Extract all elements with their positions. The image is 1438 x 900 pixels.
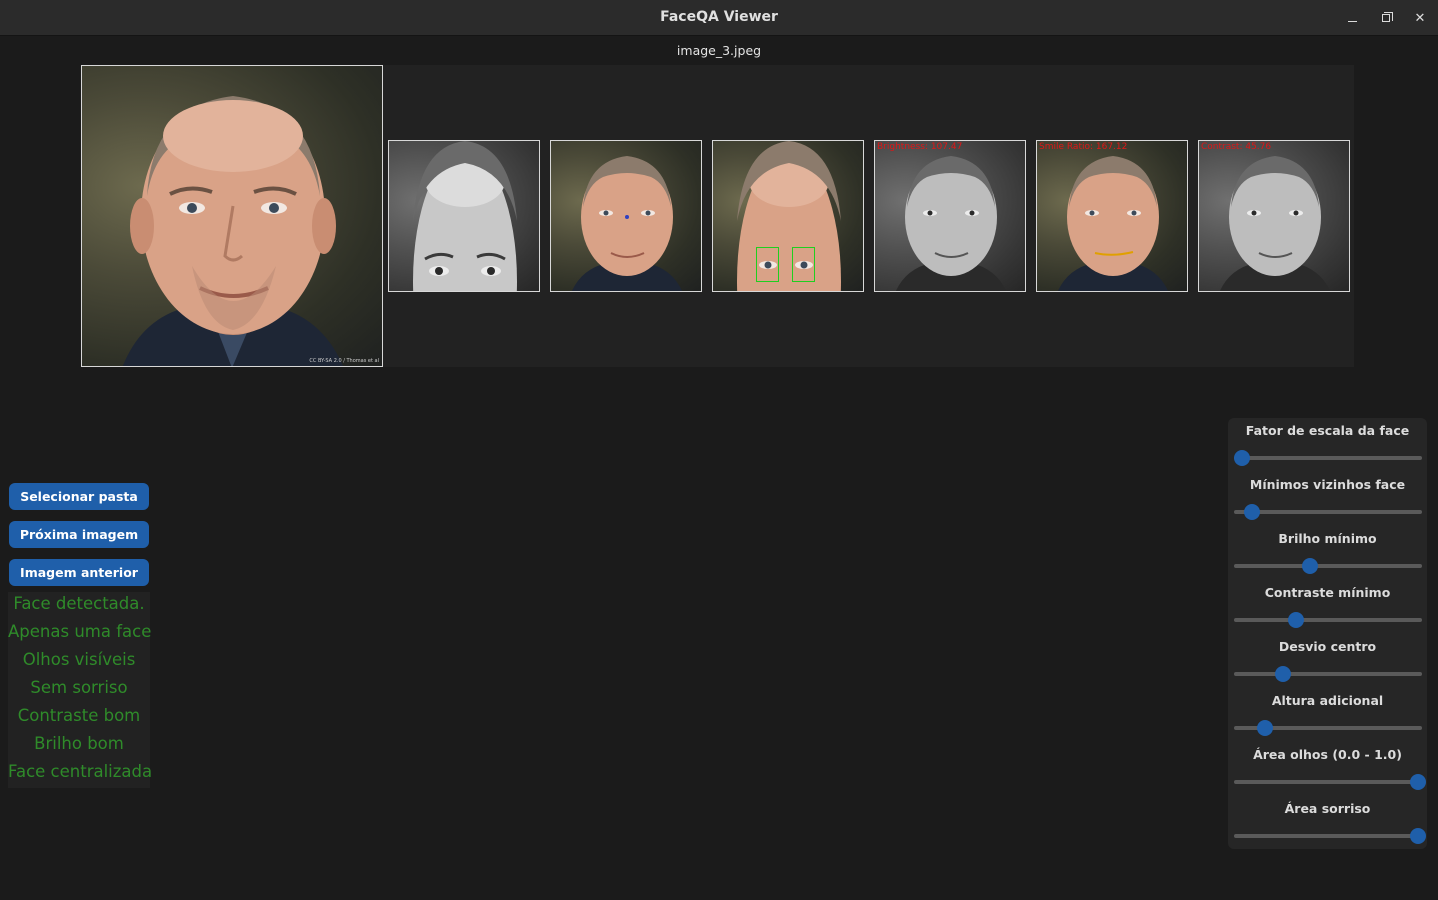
maximize-icon — [1382, 12, 1393, 22]
thumbnail-eyes-detected — [712, 140, 864, 292]
slider-handle[interactable] — [1233, 450, 1250, 466]
left-eye-box — [756, 247, 779, 282]
select-folder-button[interactable]: Selecionar pasta — [9, 483, 149, 510]
thumbnail-center-check — [550, 140, 702, 292]
close-button[interactable]: ✕ — [1410, 8, 1430, 28]
face-thumb-color — [571, 156, 683, 291]
face-thumb-gray — [1219, 156, 1331, 291]
slider-min-neighbors: Mínimos vizinhos face — [1228, 472, 1427, 526]
thumbnail-contrast: Contrast: 45.76 — [1198, 140, 1350, 292]
slider-handle[interactable] — [1410, 774, 1426, 790]
slider-track[interactable] — [1234, 834, 1422, 838]
slider-center-deviation: Desvio centro — [1228, 634, 1427, 688]
window-title: FaceQA Viewer — [660, 9, 778, 25]
slider-eye-area: Área olhos (0.0 - 1.0) — [1228, 742, 1427, 796]
minimize-icon — [1347, 21, 1357, 22]
slider-track[interactable] — [1234, 456, 1422, 460]
title-bar: FaceQA Viewer ✕ — [0, 0, 1438, 36]
slider-label: Fator de escala da face — [1245, 423, 1410, 438]
slider-smile-area: Área sorriso — [1228, 796, 1427, 850]
slider-label: Mínimos vizinhos face — [1249, 477, 1406, 492]
image-filename: image_3.jpeg — [676, 43, 762, 58]
slider-label: Área sorriso — [1284, 801, 1371, 816]
thumbnail-brightness: Brightness: 107.47 — [874, 140, 1026, 292]
minimize-button[interactable] — [1342, 8, 1362, 28]
image-strip: CC BY-SA 2.0 / Thomas et al Brightness: … — [81, 65, 1354, 367]
slider-track[interactable] — [1234, 780, 1422, 784]
smile-caption: Smile Ratio: 167.12 — [1039, 142, 1128, 152]
next-image-button[interactable]: Próxima imagem — [9, 521, 149, 548]
slider-label: Área olhos (0.0 - 1.0) — [1253, 747, 1402, 762]
face-crop-color — [737, 141, 841, 291]
slider-min-brightness: Brilho mínimo — [1228, 526, 1427, 580]
slider-label: Contraste mínimo — [1264, 585, 1391, 600]
status-eyes-visible: Olhos visíveis — [22, 650, 136, 669]
face-thumb-gray — [895, 156, 1007, 291]
status-face-centered: Face centralizada — [8, 762, 153, 781]
status-face-detected: Face detectada. — [13, 594, 145, 613]
main-face-image: CC BY-SA 2.0 / Thomas et al — [81, 65, 383, 367]
slider-label: Altura adicional — [1271, 693, 1384, 708]
status-panel: Face detectada. Apenas uma face Olhos vi… — [8, 592, 153, 788]
slider-track[interactable] — [1234, 510, 1422, 514]
slider-track[interactable] — [1234, 564, 1422, 568]
slider-extra-height: Altura adicional — [1228, 688, 1427, 742]
brightness-caption: Brightness: 107.47 — [877, 142, 963, 152]
thumbnail-smile: Smile Ratio: 167.12 — [1036, 140, 1188, 292]
slider-track[interactable] — [1234, 672, 1422, 676]
slider-min-contrast: Contraste mínimo — [1228, 580, 1427, 634]
face-thumb-color — [1057, 156, 1169, 291]
status-no-smile: Sem sorriso — [30, 678, 128, 697]
slider-track[interactable] — [1234, 618, 1422, 622]
close-icon: ✕ — [1414, 10, 1426, 26]
image-credit: CC BY-SA 2.0 / Thomas et al — [309, 358, 379, 364]
slider-handle[interactable] — [1302, 558, 1318, 574]
status-brightness-ok: Brilho bom — [34, 734, 124, 753]
slider-handle[interactable] — [1275, 666, 1291, 682]
slider-label: Brilho mínimo — [1278, 531, 1377, 546]
maximize-button[interactable] — [1376, 8, 1396, 28]
face-crop-gray — [413, 141, 517, 291]
slider-face-scale: Fator de escala da face — [1228, 418, 1427, 472]
previous-image-button[interactable]: Imagem anterior — [9, 559, 149, 586]
slider-label: Desvio centro — [1278, 639, 1377, 654]
slider-handle[interactable] — [1287, 612, 1304, 628]
contrast-caption: Contrast: 45.76 — [1201, 142, 1272, 152]
right-eye-box — [792, 247, 815, 282]
face-portrait — [122, 96, 344, 366]
slider-handle[interactable] — [1410, 828, 1426, 844]
status-contrast-ok: Contraste bom — [17, 706, 141, 725]
slider-handle[interactable] — [1244, 504, 1261, 520]
slider-handle[interactable] — [1257, 720, 1273, 736]
status-single-face: Apenas uma face — [8, 622, 152, 641]
settings-panel: Fator de escala da face Mínimos vizinhos… — [1228, 418, 1427, 849]
thumbnail-forehead-crop — [388, 140, 540, 292]
